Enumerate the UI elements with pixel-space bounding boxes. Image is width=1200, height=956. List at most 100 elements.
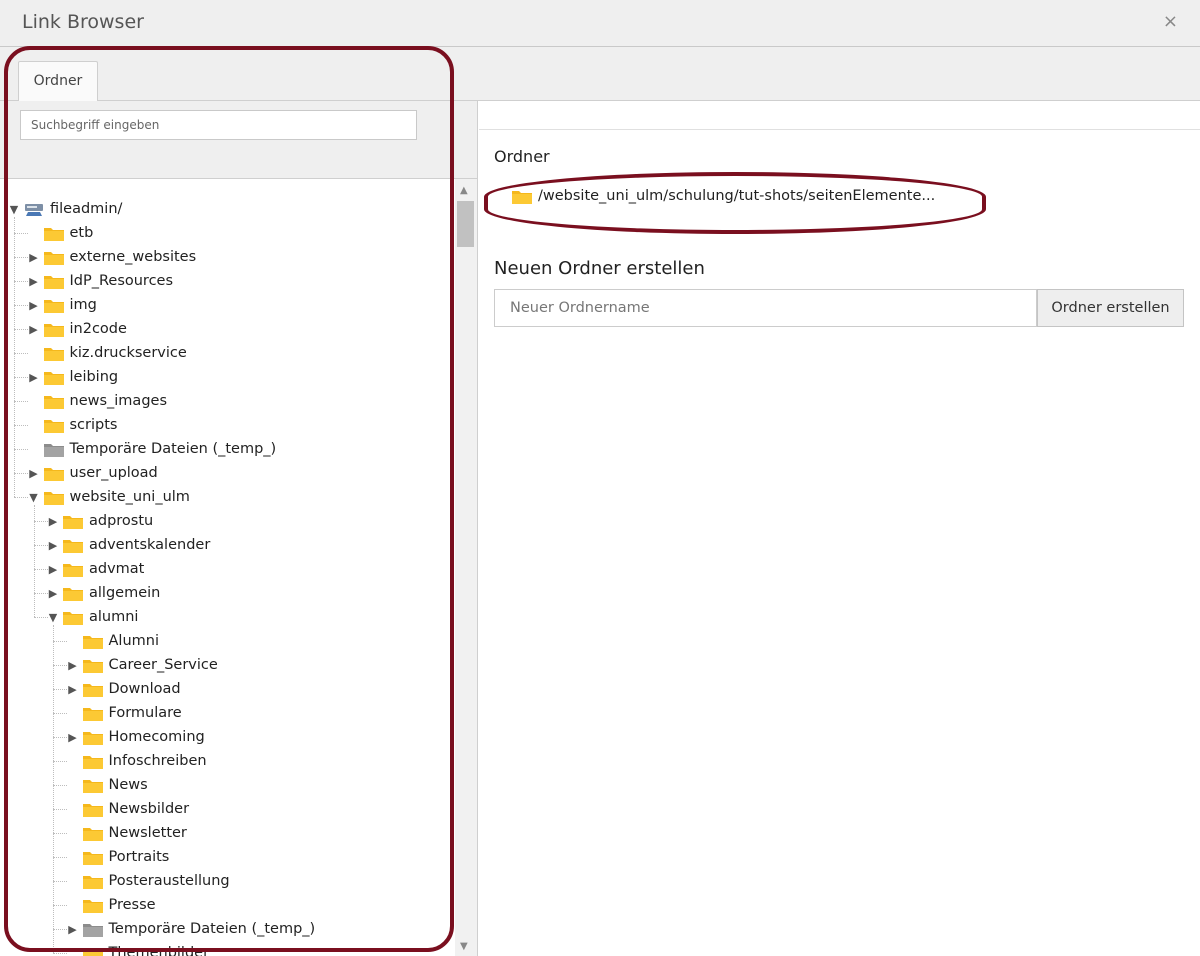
tree-guide-line [33,569,48,570]
tree-guide-line [14,377,28,378]
expand-arrow-icon[interactable]: ▼ [47,611,59,624]
tree-guide-line [53,761,67,762]
collapse-arrow-icon[interactable]: ▶ [67,731,79,744]
tree-item[interactable]: ▶ adprostu [47,509,153,533]
tree-item[interactable]: Newsbilder [67,797,190,821]
tree-item-label: in2code [69,321,127,337]
tree-guide-line [33,521,48,522]
tree-item[interactable]: ▶ leibing [28,365,118,389]
tree-item[interactable]: ▶ Temporäre Dateien (_temp_) [67,917,316,941]
scroll-down-arrow-icon[interactable]: ▼ [460,941,468,952]
tree-item-label: Newsletter [108,825,187,841]
collapse-arrow-icon[interactable]: ▶ [67,659,79,672]
tree-item-label: fileadmin/ [50,201,123,217]
collapse-arrow-icon[interactable]: ▶ [28,467,40,480]
collapse-arrow-icon[interactable]: ▶ [67,683,79,696]
folder-icon [82,755,103,769]
folder-detail-panel: Ordner /website_uni_ulm/schulung/tut-sho… [479,101,1200,956]
tree-item-label: website_uni_ulm [69,489,190,505]
tree-item[interactable]: Alumni [67,629,159,653]
new-folder-heading: Neuen Ordner erstellen [494,258,705,279]
tree-item[interactable]: ▶ in2code [28,317,127,341]
tree-item-label: Newsbilder [108,801,190,817]
tree-guide-line [14,233,28,234]
current-folder-link[interactable]: /website_uni_ulm/schulung/tut-shots/seit… [512,188,935,204]
tree-item[interactable]: Presse [67,893,156,917]
folder-icon [63,611,83,625]
tree-item[interactable]: ▼ website_uni_ulm [28,485,190,509]
tree-item[interactable]: ▶ user_upload [28,461,158,485]
tree-item[interactable]: News [67,773,148,797]
tree-item[interactable]: Portraits [67,845,169,869]
collapse-arrow-icon[interactable]: ▶ [47,563,59,576]
folder-tree-panel: ▼ fileadmin/etb ▶ externe_websites ▶ IdP_Reso… [0,101,478,956]
collapse-arrow-icon[interactable]: ▶ [28,371,40,384]
expand-arrow-icon[interactable]: ▼ [8,203,20,216]
tree-item[interactable]: ▶ Career_Service [67,653,218,677]
collapse-arrow-icon[interactable]: ▶ [28,299,40,312]
folder-icon [82,827,103,841]
tree-item[interactable]: ▶ Homecoming [67,725,204,749]
tree-item[interactable]: Posteraustellung [67,869,230,893]
tree-scrollbar[interactable]: ▲ ▼ [455,179,477,956]
tree-item[interactable]: Themenbilder [67,941,210,956]
temp-folder-icon [82,923,103,937]
tree-guide-line [53,929,67,930]
tree-guide-line [33,505,35,617]
tree-item[interactable]: Temporäre Dateien (_temp_) [28,437,276,461]
scroll-up-arrow-icon[interactable]: ▲ [460,185,468,196]
collapse-arrow-icon[interactable]: ▶ [28,275,40,288]
collapse-arrow-icon[interactable]: ▶ [47,587,59,600]
tree-guide-line [53,809,67,810]
tree-item[interactable]: Formulare [67,701,182,725]
tree-guide-line [14,257,28,258]
tree-item-label: alumni [89,609,139,625]
tree-item-label: adprostu [89,513,154,529]
tree-item[interactable]: ▶ adventskalender [47,533,211,557]
create-folder-button[interactable]: Ordner erstellen [1037,289,1184,327]
folder-icon [43,323,64,337]
close-icon[interactable]: × [1163,11,1178,32]
tree-item[interactable]: kiz.druckservice [28,341,187,365]
tab-ordner[interactable]: Ordner [18,61,98,101]
collapse-arrow-icon[interactable]: ▶ [28,323,40,336]
collapse-arrow-icon[interactable]: ▶ [28,251,40,264]
tree-item-label: Themenbilder [108,945,210,956]
tree-item[interactable]: ▶ advmat [47,557,145,581]
tree-item-label: advmat [89,561,145,577]
tree-guide-line [33,617,48,618]
current-folder-path: /website_uni_ulm/schulung/tut-shots/seit… [538,188,936,204]
tree-item[interactable]: ▶ IdP_Resources [28,269,173,293]
expand-arrow-icon[interactable]: ▼ [28,491,40,504]
tree-guide-line [53,737,67,738]
tree-item[interactable]: ▼ alumni [47,605,139,629]
folder-icon [63,515,83,529]
tree-item[interactable]: etb [28,221,93,245]
detail-top-strip [479,101,1200,130]
tree-item-label: Temporäre Dateien (_temp_) [108,921,316,937]
tree-item[interactable]: ▶ externe_websites [28,245,196,269]
folder-icon [82,899,103,913]
search-input[interactable] [20,110,417,140]
temp-folder-icon [43,443,64,457]
dialog-titlebar: Link Browser × [0,0,1200,47]
tree-item[interactable]: news_images [28,389,167,413]
tree-item[interactable]: ▶ img [28,293,97,317]
scrollbar-thumb[interactable] [457,201,474,247]
collapse-arrow-icon[interactable]: ▶ [67,923,79,936]
folder-icon [43,299,64,313]
tree-item[interactable]: scripts [28,413,117,437]
tree-item[interactable]: ▼ fileadmin/ [8,197,123,221]
tree-guide-line [53,665,67,666]
tree-item-label: Posteraustellung [108,873,230,889]
new-folder-name-input[interactable] [494,289,1037,327]
tree-item[interactable]: ▶ Download [67,677,180,701]
collapse-arrow-icon[interactable]: ▶ [47,515,59,528]
folder-icon [63,539,83,553]
tree-item[interactable]: ▶ allgemein [47,581,161,605]
tree-item[interactable]: Infoschreiben [67,749,207,773]
collapse-arrow-icon[interactable]: ▶ [47,539,59,552]
folder-icon [82,851,103,865]
tree-item[interactable]: Newsletter [67,821,187,845]
folder-icon [82,875,103,889]
